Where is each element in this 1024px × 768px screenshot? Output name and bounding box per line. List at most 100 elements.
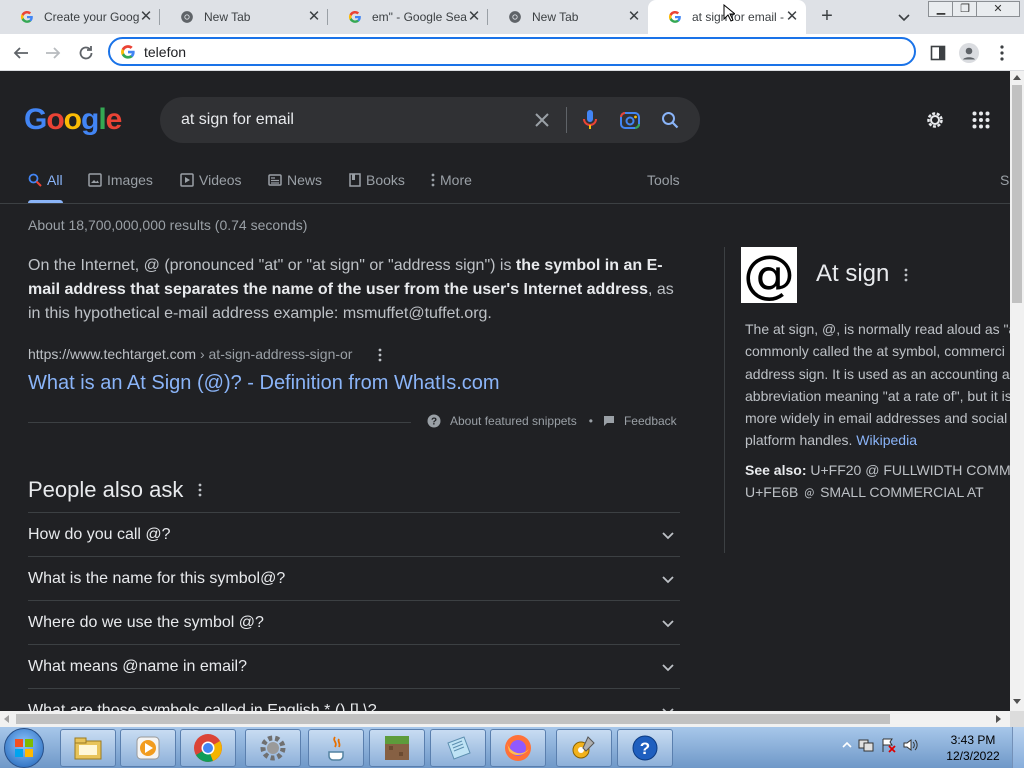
clear-search-button[interactable] <box>530 108 554 132</box>
reload-button[interactable] <box>75 42 97 64</box>
volume-icon[interactable] <box>902 737 918 753</box>
tab-new-tab-1[interactable]: New Tab ✕ <box>160 0 328 34</box>
close-window-button[interactable]: ✕ <box>976 1 1020 17</box>
scrollbar-thumb[interactable] <box>1012 85 1022 303</box>
media-player-icon <box>136 736 160 760</box>
close-tab-icon[interactable]: ✕ <box>138 9 154 25</box>
close-tab-icon[interactable]: ✕ <box>626 9 642 25</box>
tab-books[interactable]: Books <box>349 172 405 188</box>
tools-button[interactable]: Tools <box>647 172 680 188</box>
tab-search-chevron-icon[interactable] <box>896 9 912 25</box>
tab-more[interactable]: More <box>431 172 472 188</box>
play-icon <box>180 173 194 187</box>
scrollbar-thumb[interactable] <box>16 714 890 724</box>
google-doodle-logo[interactable]: Google <box>24 103 122 137</box>
search-icon <box>28 173 42 187</box>
question-text: How do you call @? <box>28 526 171 543</box>
safesearch-button[interactable]: S <box>1000 172 1009 188</box>
about-snippets-link[interactable]: About featured snippets <box>450 414 577 428</box>
taskbar-tools[interactable] <box>556 729 612 767</box>
taskbar-explorer[interactable] <box>60 729 116 767</box>
chrome-menu-button[interactable] <box>990 41 1014 65</box>
taskbar-media-player[interactable] <box>120 729 176 767</box>
tab-videos[interactable]: Videos <box>180 172 242 188</box>
close-tab-icon[interactable]: ✕ <box>784 9 800 25</box>
tab-news[interactable]: News <box>268 172 322 188</box>
tab-images[interactable]: Images <box>88 172 153 188</box>
separator-dot: • <box>588 414 593 428</box>
taskbar-clock[interactable]: 3:43 PM 12/3/2022 <box>938 732 1008 764</box>
start-button[interactable] <box>4 728 44 768</box>
taskbar-java[interactable] <box>308 729 364 767</box>
forward-button[interactable] <box>42 42 64 64</box>
scroll-left-arrow-icon[interactable] <box>4 715 9 723</box>
paa-question[interactable]: Where do we use the symbol @? <box>28 600 680 644</box>
taskbar-chrome[interactable] <box>180 729 236 767</box>
show-hidden-icons-icon[interactable] <box>842 740 852 750</box>
taskbar-firefox[interactable] <box>490 729 546 767</box>
voice-search-button[interactable] <box>578 108 602 132</box>
see-also-item: U+FE6B ﹫ SMALL COMMERCIAL AT <box>745 484 984 501</box>
feedback-icon <box>603 416 614 426</box>
tab-title: Create your Goog <box>44 10 140 24</box>
desc-line: more widely in email addresses and socia… <box>745 410 1008 427</box>
taskbar-notepad[interactable] <box>430 729 486 767</box>
back-button[interactable] <box>10 42 32 64</box>
close-tab-icon[interactable]: ✕ <box>466 9 482 25</box>
help-icon: ? <box>632 735 658 761</box>
new-tab-button[interactable]: + <box>816 6 838 27</box>
desc-line: platform handles. <box>745 432 857 449</box>
horizontal-scrollbar[interactable] <box>0 711 1010 727</box>
paa-question[interactable]: What means @name in email? <box>28 644 680 688</box>
show-desktop-button[interactable] <box>1012 727 1024 768</box>
address-input[interactable] <box>144 43 844 60</box>
desc-line: commonly called the at symbol, commerci <box>745 343 1005 360</box>
scroll-up-arrow-icon[interactable] <box>1013 75 1021 80</box>
google-apps-button[interactable] <box>969 108 993 132</box>
close-tab-icon[interactable]: ✕ <box>306 9 322 25</box>
search-submit-button[interactable] <box>658 108 682 132</box>
paa-menu-button[interactable] <box>192 481 208 499</box>
help-circle-icon: ? <box>427 414 441 428</box>
scroll-right-arrow-icon[interactable] <box>996 715 1001 723</box>
network-icon[interactable] <box>858 737 874 753</box>
result-url[interactable]: https://www.techtarget.com › at-sign-add… <box>28 346 352 362</box>
knowledge-panel-title: At sign <box>816 260 890 287</box>
vertical-scrollbar[interactable] <box>1010 71 1024 711</box>
image-icon <box>88 173 102 187</box>
taskbar-minecraft[interactable] <box>369 729 425 767</box>
scroll-down-arrow-icon[interactable] <box>1013 699 1021 704</box>
taskbar-help[interactable]: ? <box>617 729 673 767</box>
wikipedia-link[interactable]: Wikipedia <box>856 432 917 448</box>
minimize-button[interactable]: ▁ <box>928 1 954 17</box>
side-panel-button[interactable] <box>926 41 950 65</box>
maximize-button[interactable]: ❐ <box>952 1 978 17</box>
svg-text:?: ? <box>431 417 437 428</box>
image-search-button[interactable] <box>618 108 642 132</box>
taskbar-settings[interactable] <box>245 729 301 767</box>
tab-label: More <box>440 172 472 188</box>
tab-all[interactable]: All <box>28 172 63 203</box>
profile-button[interactable] <box>957 41 981 65</box>
address-bar[interactable] <box>108 37 916 66</box>
settings-button[interactable] <box>923 108 947 132</box>
paa-question[interactable]: What is the name for this symbol@? <box>28 556 680 600</box>
search-tabs: All Images Videos News Books More Tools … <box>0 168 1010 204</box>
arrow-forward-icon <box>46 47 61 59</box>
news-icon <box>268 174 282 186</box>
at-sign-image[interactable]: @ <box>741 247 797 303</box>
feedback-link[interactable]: Feedback <box>624 414 677 428</box>
more-vert-icon <box>1000 45 1004 61</box>
paa-question[interactable]: How do you call @? <box>28 512 680 556</box>
see-also-label: See also: <box>745 462 807 478</box>
notepad-icon <box>447 736 471 760</box>
result-menu-button[interactable] <box>372 346 388 364</box>
knowledge-panel-menu-button[interactable] <box>898 266 914 284</box>
action-center-flag-icon[interactable] <box>880 737 896 753</box>
search-query[interactable]: at sign for email <box>181 111 294 129</box>
tab-create-account[interactable]: Create your Goog ✕ <box>0 0 160 34</box>
tab-em-search[interactable]: em" - Google Sea ✕ <box>328 0 488 34</box>
search-box[interactable]: at sign for email <box>160 97 700 143</box>
tab-new-tab-2[interactable]: New Tab ✕ <box>488 0 648 34</box>
result-title-link[interactable]: What is an At Sign (@)? - Definition fro… <box>28 372 500 395</box>
